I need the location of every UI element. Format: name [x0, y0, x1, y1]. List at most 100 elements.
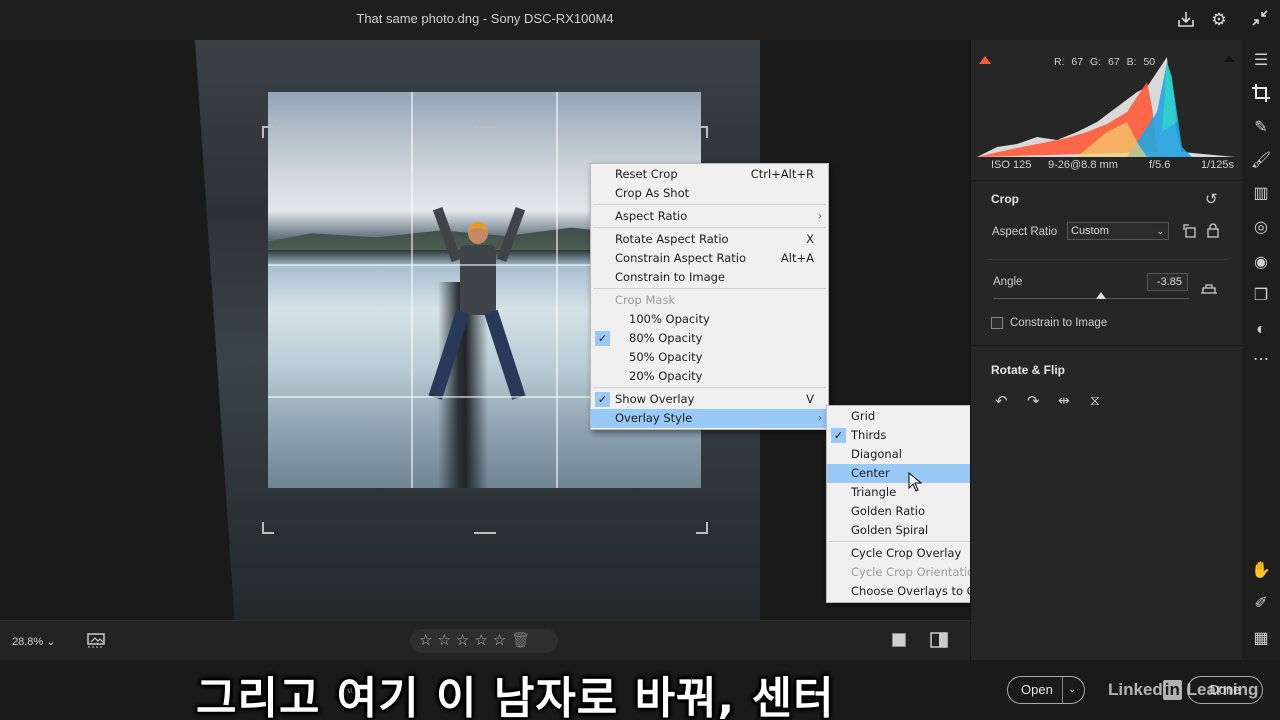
- menu-item-reset-crop[interactable]: Reset Crop Ctrl+Alt+R: [591, 165, 828, 184]
- filmstrip-icon[interactable]: [86, 632, 106, 655]
- zoom-value: 28.8%: [12, 636, 44, 648]
- single-view-icon[interactable]: [892, 633, 906, 647]
- thirds-line: [411, 92, 413, 488]
- flip-horizontal-icon[interactable]: ⇹: [1058, 392, 1070, 409]
- checkmark-icon: ✓: [595, 331, 610, 346]
- flip-vertical-icon[interactable]: ⧖: [1090, 392, 1100, 409]
- mouse-cursor-icon: [908, 471, 923, 497]
- presets-icon[interactable]: ◐: [1250, 319, 1272, 341]
- rotate-flip-title: Rotate & Flip: [991, 363, 1065, 377]
- reset-crop-icon[interactable]: ↺: [1205, 190, 1218, 208]
- crop-edge-handle[interactable]: [474, 126, 496, 138]
- menu-item-label: Reset Crop: [615, 167, 678, 181]
- menu-item-overlay-style[interactable]: Overlay Style ›: [591, 409, 828, 428]
- menu-item-rotate-aspect-ratio[interactable]: Rotate Aspect Ratio X: [591, 230, 828, 249]
- menu-item-label: Rotate Aspect Ratio: [615, 232, 729, 246]
- snapshots-icon[interactable]: ❐: [1250, 285, 1272, 307]
- settings-gear-icon[interactable]: ⚙: [1208, 9, 1230, 31]
- menu-item-label: 100% Opacity: [629, 312, 710, 326]
- more-icon[interactable]: ⋯: [1250, 349, 1272, 371]
- rgb-readout: R: 67 G: 67 B: 50: [1054, 56, 1156, 68]
- edit-sliders-icon[interactable]: ☰: [1250, 50, 1272, 72]
- menu-item-80-opacity[interactable]: ✓ 80% Opacity: [591, 329, 828, 348]
- grid-icon[interactable]: ▦: [1250, 628, 1272, 650]
- submenu-arrow-icon: ›: [818, 211, 822, 222]
- menu-item-label: Triangle: [851, 485, 897, 499]
- export-icon[interactable]: [1175, 9, 1197, 31]
- menu-item-20-opacity[interactable]: 20% Opacity: [591, 367, 828, 386]
- menu-item-show-overlay[interactable]: ✓ Show Overlay V: [591, 390, 828, 409]
- rotate-right-icon[interactable]: ↷: [1027, 392, 1040, 410]
- window-title: That same photo.dng - Sony DSC-RX100M4: [356, 11, 614, 26]
- menu-item-100-opacity[interactable]: 100% Opacity: [591, 310, 828, 329]
- menu-item-aspect-ratio[interactable]: Aspect Ratio ›: [591, 207, 828, 226]
- healing-icon[interactable]: ✎: [1250, 117, 1272, 139]
- brush-icon[interactable]: 🖌: [1250, 150, 1272, 172]
- angle-label: Angle: [993, 276, 1023, 288]
- histogram: [977, 52, 1235, 160]
- rating-stars[interactable]: ☆☆☆☆☆: [419, 632, 511, 649]
- menu-item-label: Cycle Crop Orientation: [851, 565, 982, 579]
- menu-item-label: Grid: [851, 409, 876, 423]
- menu-separator: [593, 288, 826, 289]
- angle-slider-thumb[interactable]: [1095, 292, 1106, 299]
- constrain-to-image-checkbox[interactable]: [991, 317, 1003, 329]
- trash-icon[interactable]: 🗑: [511, 632, 530, 649]
- divider: [971, 345, 1243, 346]
- crop-tool-icon[interactable]: [1250, 83, 1272, 105]
- menu-item-constrain-to-image[interactable]: Constrain to Image: [591, 268, 828, 287]
- chevron-down-icon[interactable]: ⌄: [1068, 677, 1076, 703]
- straighten-tool-icon[interactable]: [1199, 281, 1219, 300]
- star-rating[interactable]: ☆☆☆☆☆🗑: [410, 629, 558, 653]
- crop-context-menu: Reset Crop Ctrl+Alt+R Crop As Shot Aspect R…: [590, 163, 829, 430]
- linear-gradient-icon[interactable]: ▥: [1250, 183, 1272, 205]
- divider: [971, 180, 1243, 181]
- menu-item-label: Aspect Ratio: [615, 209, 688, 223]
- crop-corner-handle[interactable]: [696, 126, 708, 138]
- rotate-left-icon[interactable]: ↶: [995, 392, 1008, 410]
- color-sampler-icon[interactable]: ✐: [1250, 593, 1272, 615]
- checkmark-icon: ✓: [831, 428, 846, 443]
- thirds-line: [556, 92, 558, 488]
- hand-tool-icon[interactable]: ✋: [1250, 560, 1272, 582]
- menu-item-crop-mask: Crop Mask: [591, 291, 828, 310]
- checkmark-icon: ✓: [595, 392, 610, 407]
- menu-item-label: 20% Opacity: [629, 369, 703, 383]
- lock-icon[interactable]: [1207, 223, 1219, 243]
- crop-corner-handle[interactable]: [262, 522, 274, 534]
- radial-gradient-icon[interactable]: ◎: [1250, 217, 1272, 239]
- menu-item-label: Crop Mask: [615, 293, 676, 307]
- menu-item-label: Cycle Crop Overlay: [851, 546, 962, 560]
- angle-slider-track[interactable]: [993, 298, 1189, 299]
- bottom-bar: 28.8% ⌄ ☆☆☆☆☆🗑: [0, 620, 970, 660]
- menu-shortcut: X: [806, 232, 814, 246]
- red-eye-icon[interactable]: ◉: [1250, 252, 1272, 274]
- crop-section-title: Crop: [991, 192, 1019, 206]
- exif-lens: 9-26@8.8 mm: [1048, 159, 1118, 171]
- menu-item-label: Constrain Aspect Ratio: [615, 251, 747, 265]
- menu-item-50-opacity[interactable]: 50% Opacity: [591, 348, 828, 367]
- menu-separator: [593, 387, 826, 388]
- menu-item-crop-as-shot[interactable]: Crop As Shot: [591, 184, 828, 203]
- crop-corner-handle[interactable]: [696, 522, 708, 534]
- angle-input[interactable]: -3.85: [1147, 273, 1188, 291]
- aspect-ratio-label: Aspect Ratio: [992, 226, 1058, 238]
- menu-item-label: Crop As Shot: [615, 186, 690, 200]
- menu-shortcut: V: [806, 392, 814, 406]
- crop-corner-handle[interactable]: [262, 126, 274, 138]
- exif-iso: ISO 125: [991, 159, 1032, 171]
- aspect-ratio-select[interactable]: Custom ⌄: [1067, 222, 1169, 240]
- submenu-arrow-icon: ›: [818, 413, 822, 424]
- divider: [987, 259, 1227, 260]
- menu-separator: [593, 204, 826, 205]
- crop-edge-handle[interactable]: [474, 532, 496, 544]
- open-button[interactable]: Open ⌄: [1007, 676, 1085, 704]
- collapse-icon[interactable]: [1249, 9, 1271, 31]
- constrain-to-image-label: Constrain to Image: [1010, 317, 1108, 329]
- rotate-aspect-icon[interactable]: [1183, 224, 1197, 243]
- menu-item-label: Show Overlay: [615, 392, 695, 406]
- zoom-level-dropdown[interactable]: 28.8% ⌄: [12, 635, 55, 648]
- menu-item-constrain-aspect-ratio[interactable]: Constrain Aspect Ratio Alt+A: [591, 249, 828, 268]
- before-after-icon[interactable]: [930, 632, 948, 653]
- video-subtitle: 그리고 여기 이 남자로 바꿔, 센터: [196, 673, 835, 720]
